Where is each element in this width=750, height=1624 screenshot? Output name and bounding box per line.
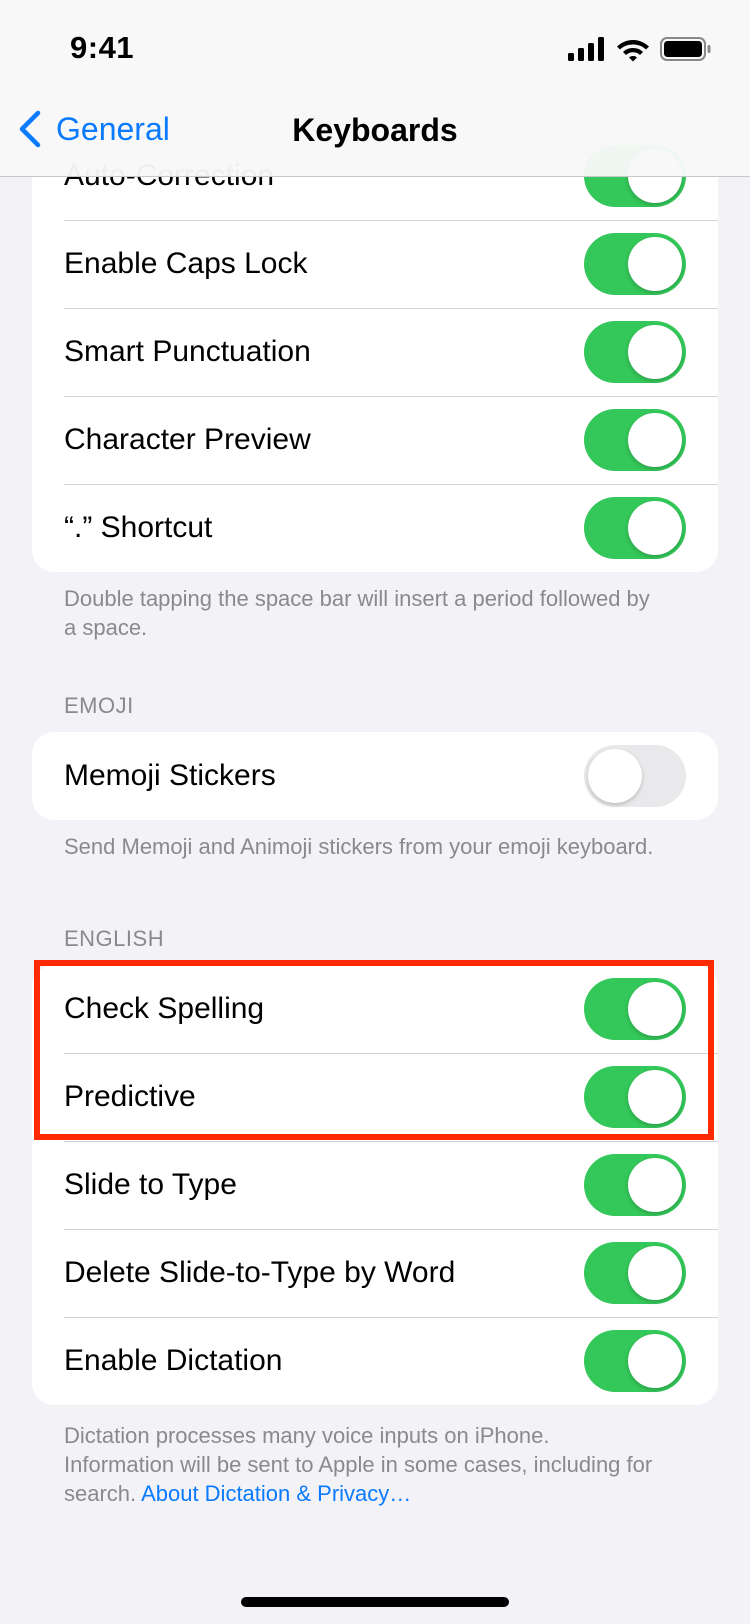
status-icons <box>568 36 712 62</box>
toggle-knob <box>628 1158 682 1212</box>
settings-content: Auto-Correction Enable Caps Lock Smart P… <box>0 0 750 1624</box>
memoji-stickers-toggle[interactable] <box>584 745 686 807</box>
about-dictation-link[interactable]: About Dictation & Privacy… <box>141 1481 411 1506</box>
toggle-knob <box>628 325 682 379</box>
enable-dictation-toggle[interactable] <box>584 1330 686 1392</box>
row-delete-slide-to-type: Delete Slide-to-Type by Word <box>32 1229 718 1317</box>
row-label: Check Spelling <box>64 992 265 1025</box>
row-label: Memoji Stickers <box>64 759 276 792</box>
toggle-knob <box>588 749 642 803</box>
row-smart-punctuation: Smart Punctuation <box>32 308 718 396</box>
row-label: Character Preview <box>64 423 311 456</box>
row-enable-dictation: Enable Dictation <box>32 1317 718 1405</box>
toggle-knob <box>628 1246 682 1300</box>
emoji-section-header: EMOJI <box>64 693 134 718</box>
row-check-spelling: Check Spelling <box>32 965 718 1053</box>
page-title: Keyboards <box>292 112 458 148</box>
toggle-knob <box>628 413 682 467</box>
period-shortcut-footer: Double tapping the space bar will insert… <box>64 586 650 640</box>
row-label: Predictive <box>64 1080 196 1113</box>
memoji-footer: Send Memoji and Animoji stickers from yo… <box>64 834 654 859</box>
row-slide-to-type: Slide to Type <box>32 1141 718 1229</box>
toggle-knob <box>628 237 682 291</box>
toggle-knob <box>628 1070 682 1124</box>
row-label: Enable Dictation <box>64 1344 283 1377</box>
character-preview-toggle[interactable] <box>584 409 686 471</box>
period-shortcut-toggle[interactable] <box>584 497 686 559</box>
row-enable-caps-lock: Enable Caps Lock <box>32 220 718 308</box>
predictive-toggle[interactable] <box>584 1066 686 1128</box>
check-spelling-toggle[interactable] <box>584 978 686 1040</box>
row-predictive: Predictive <box>32 1053 718 1141</box>
wifi-icon <box>617 40 649 62</box>
status-time: 9:41 <box>70 30 135 65</box>
row-memoji-stickers: Memoji Stickers <box>32 732 718 820</box>
smart-punctuation-toggle[interactable] <box>584 321 686 383</box>
english-group: Check Spelling Predictive Slide to Type … <box>32 965 718 1405</box>
row-label: “.” Shortcut <box>64 511 213 544</box>
caps-lock-toggle[interactable] <box>584 233 686 295</box>
dictation-footer: Dictation processes many voice inputs on… <box>64 1421 664 1508</box>
slide-to-type-toggle[interactable] <box>584 1154 686 1216</box>
home-indicator[interactable] <box>241 1597 509 1607</box>
keyboard-options-group: Auto-Correction Enable Caps Lock Smart P… <box>32 132 718 572</box>
toggle-knob <box>628 501 682 555</box>
status-bar: 9:41 <box>0 0 750 100</box>
emoji-group: Memoji Stickers <box>32 732 718 820</box>
battery-icon <box>660 37 711 61</box>
row-label: Smart Punctuation <box>64 335 311 368</box>
cellular-signal-icon <box>568 37 604 61</box>
row-label: Enable Caps Lock <box>64 247 308 280</box>
row-period-shortcut: “.” Shortcut <box>32 484 718 572</box>
navigation-bar: 9:41 General Keyboards <box>0 0 750 177</box>
toggle-knob <box>628 982 682 1036</box>
english-section-header: ENGLISH <box>64 926 165 951</box>
row-label: Slide to Type <box>64 1168 237 1201</box>
delete-slide-to-type-toggle[interactable] <box>584 1242 686 1304</box>
row-label: Delete Slide-to-Type by Word <box>64 1256 456 1289</box>
row-character-preview: Character Preview <box>32 396 718 484</box>
toggle-knob <box>628 1334 682 1388</box>
